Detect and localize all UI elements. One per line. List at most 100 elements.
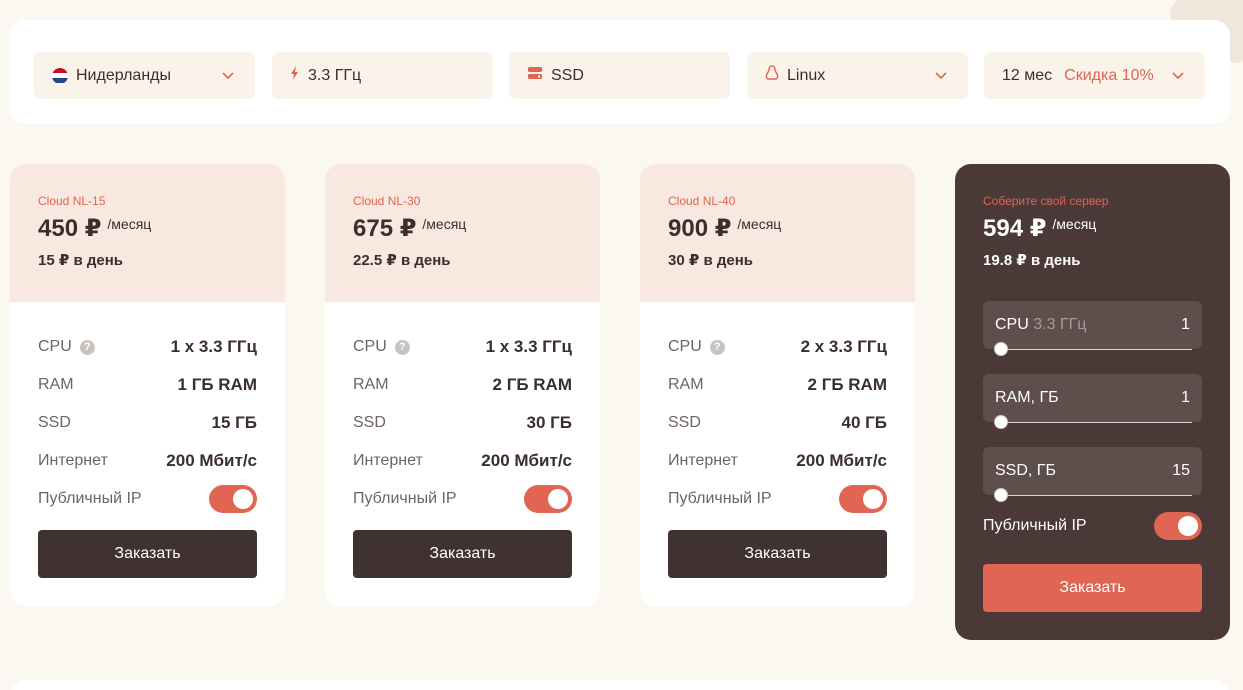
spec-value-ram: 1 ГБ RAM — [177, 375, 257, 394]
spec-label-internet: Интернет — [353, 452, 423, 469]
slider-track[interactable] — [995, 349, 1192, 350]
filter-bar: Нидерланды 3.3 ГГц SSD Linux 12 мес Скид… — [10, 20, 1230, 124]
spec-value-ssd: 30 ГБ — [526, 413, 573, 432]
location-label: Нидерланды — [76, 66, 171, 84]
ssd-slider-label: SSD, ГБ — [995, 462, 1056, 479]
custom-plan-name: Соберите свой сервер — [983, 194, 1109, 208]
spec-label-ssd: SSD — [353, 414, 386, 431]
price-per-day: 30 ₽ в день — [668, 252, 753, 269]
spec-label-ssd: SSD — [668, 414, 701, 431]
spec-label-ssd: SSD — [38, 414, 71, 431]
price-period: /месяц — [107, 216, 152, 232]
spec-label-public-ip: Публичный IP — [353, 490, 457, 507]
cpu-slider-sublabel: 3.3 ГГц — [1033, 316, 1087, 333]
custom-server-card: Соберите свой сервер 594 ₽ /месяц 19.8 ₽… — [955, 164, 1230, 640]
spec-value-cpu: 1 x 3.3 ГГц — [485, 337, 572, 356]
custom-public-ip-label: Публичный IP — [983, 517, 1087, 534]
disk-filter-label: SSD — [551, 66, 584, 84]
public-ip-toggle[interactable] — [209, 485, 257, 513]
netherlands-flag-icon — [52, 67, 68, 84]
plan-card: Cloud NL-30 675 ₽ /месяц 22.5 ₽ в день C… — [325, 164, 600, 606]
spec-value-internet: 200 Мбит/с — [796, 451, 887, 470]
chevron-down-icon — [1169, 67, 1187, 85]
plan-header: Cloud NL-15 450 ₽ /месяц 15 ₽ в день — [10, 164, 285, 302]
cpu-filter-label: 3.3 ГГц — [308, 66, 362, 84]
help-icon[interactable]: ? — [709, 339, 725, 355]
next-section — [10, 680, 1230, 690]
price-per-day: 15 ₽ в день — [38, 252, 123, 269]
plan-specs: CPU? 1 x 3.3 ГГц RAM 2 ГБ RAM SSD 30 ГБ Инт… — [325, 302, 600, 518]
cpu-slider[interactable]: CPU 3.3 ГГц 1 — [983, 301, 1202, 356]
plan-specs: CPU? 1 x 3.3 ГГц RAM 1 ГБ RAM SSD 15 ГБ Инт… — [10, 302, 285, 518]
disk-icon — [527, 66, 543, 85]
custom-price: 594 ₽ — [983, 215, 1047, 242]
slider-handle[interactable] — [994, 342, 1008, 356]
spec-label-internet: Интернет — [668, 452, 738, 469]
discount-label: Скидка 10% — [1064, 66, 1154, 84]
custom-price-period: /месяц — [1052, 216, 1097, 232]
spec-label-ram: RAM — [38, 376, 74, 393]
custom-price-per-day: 19.8 ₽ в день — [983, 252, 1081, 269]
disk-filter[interactable]: SSD — [509, 52, 730, 99]
slider-track[interactable] — [995, 422, 1192, 423]
chevron-down-icon — [219, 67, 237, 85]
public-ip-toggle[interactable] — [839, 485, 887, 513]
spec-value-cpu: 2 x 3.3 ГГц — [800, 337, 887, 356]
spec-label-cpu: CPU — [668, 338, 702, 355]
plan-name: Cloud NL-40 — [668, 194, 736, 208]
help-icon[interactable]: ? — [394, 339, 410, 355]
ssd-slider-value: 15 — [1172, 462, 1190, 479]
period-select[interactable]: 12 мес Скидка 10% — [984, 52, 1205, 99]
os-label: Linux — [787, 66, 826, 84]
spec-value-ssd: 40 ГБ — [841, 413, 888, 432]
slider-track[interactable] — [995, 495, 1192, 496]
order-button[interactable]: Заказать — [38, 530, 257, 578]
spec-label-internet: Интернет — [38, 452, 108, 469]
location-select[interactable]: Нидерланды — [34, 52, 255, 99]
plan-card: Cloud NL-40 900 ₽ /месяц 30 ₽ в день CPU… — [640, 164, 915, 606]
cpu-filter[interactable]: 3.3 ГГц — [272, 52, 493, 99]
spec-value-ram: 2 ГБ RAM — [807, 375, 887, 394]
price-period: /месяц — [737, 216, 782, 232]
cpu-slider-label: CPU — [995, 316, 1029, 333]
spec-label-cpu: CPU — [38, 338, 72, 355]
spec-label-cpu: CPU — [353, 338, 387, 355]
lightning-icon — [290, 66, 300, 85]
slider-handle[interactable] — [994, 488, 1008, 502]
period-label: 12 мес — [1002, 66, 1053, 84]
chevron-down-icon — [932, 67, 950, 85]
plan-price: 450 ₽ — [38, 215, 102, 242]
plan-card: Cloud NL-15 450 ₽ /месяц 15 ₽ в день CPU… — [10, 164, 285, 606]
slider-handle[interactable] — [994, 415, 1008, 429]
plan-name: Cloud NL-15 — [38, 194, 106, 208]
plan-price: 675 ₽ — [353, 215, 417, 242]
order-button[interactable]: Заказать — [353, 530, 572, 578]
spec-value-internet: 200 Мбит/с — [166, 451, 257, 470]
price-period: /месяц — [422, 216, 467, 232]
plan-header: Cloud NL-40 900 ₽ /месяц 30 ₽ в день — [640, 164, 915, 302]
linux-icon — [765, 65, 779, 86]
cpu-slider-value: 1 — [1181, 316, 1190, 333]
price-per-day: 22.5 ₽ в день — [353, 252, 451, 269]
spec-value-ssd: 15 ГБ — [211, 413, 258, 432]
ram-slider-label: RAM, ГБ — [995, 389, 1059, 406]
plan-header: Cloud NL-30 675 ₽ /месяц 22.5 ₽ в день — [325, 164, 600, 302]
custom-order-button[interactable]: Заказать — [983, 564, 1202, 612]
os-select[interactable]: Linux — [747, 52, 968, 99]
plan-specs: CPU? 2 x 3.3 ГГц RAM 2 ГБ RAM SSD 40 ГБ Инт… — [640, 302, 915, 518]
plan-name: Cloud NL-30 — [353, 194, 421, 208]
spec-label-public-ip: Публичный IP — [38, 490, 142, 507]
ssd-slider[interactable]: SSD, ГБ 15 — [983, 447, 1202, 502]
help-icon[interactable]: ? — [79, 339, 95, 355]
custom-public-ip-toggle[interactable] — [1154, 512, 1202, 540]
ram-slider-value: 1 — [1181, 389, 1190, 406]
spec-label-ram: RAM — [353, 376, 389, 393]
spec-value-internet: 200 Мбит/с — [481, 451, 572, 470]
public-ip-toggle[interactable] — [524, 485, 572, 513]
spec-label-ram: RAM — [668, 376, 704, 393]
ram-slider[interactable]: RAM, ГБ 1 — [983, 374, 1202, 429]
spec-value-cpu: 1 x 3.3 ГГц — [170, 337, 257, 356]
plan-price: 900 ₽ — [668, 215, 732, 242]
order-button[interactable]: Заказать — [668, 530, 887, 578]
spec-label-public-ip: Публичный IP — [668, 490, 772, 507]
